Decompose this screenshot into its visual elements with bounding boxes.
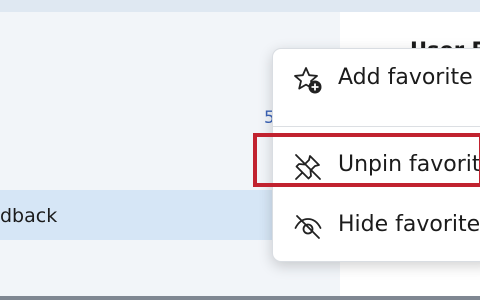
bottom-border (0, 296, 480, 300)
menu-divider (273, 126, 480, 127)
menu-item-label: Add favorite (338, 65, 473, 90)
menu-item-label: Hide favorites (338, 212, 480, 237)
highlight-box (253, 133, 480, 187)
menu-item-add-favorite[interactable]: Add favorite (273, 49, 480, 109)
top-strip (0, 0, 480, 12)
menu-item-hide-favorites[interactable]: Hide favorites (273, 196, 480, 256)
eye-off-icon (293, 212, 323, 242)
star-add-icon (293, 65, 323, 95)
sidebar-item-label: dback (0, 205, 58, 227)
